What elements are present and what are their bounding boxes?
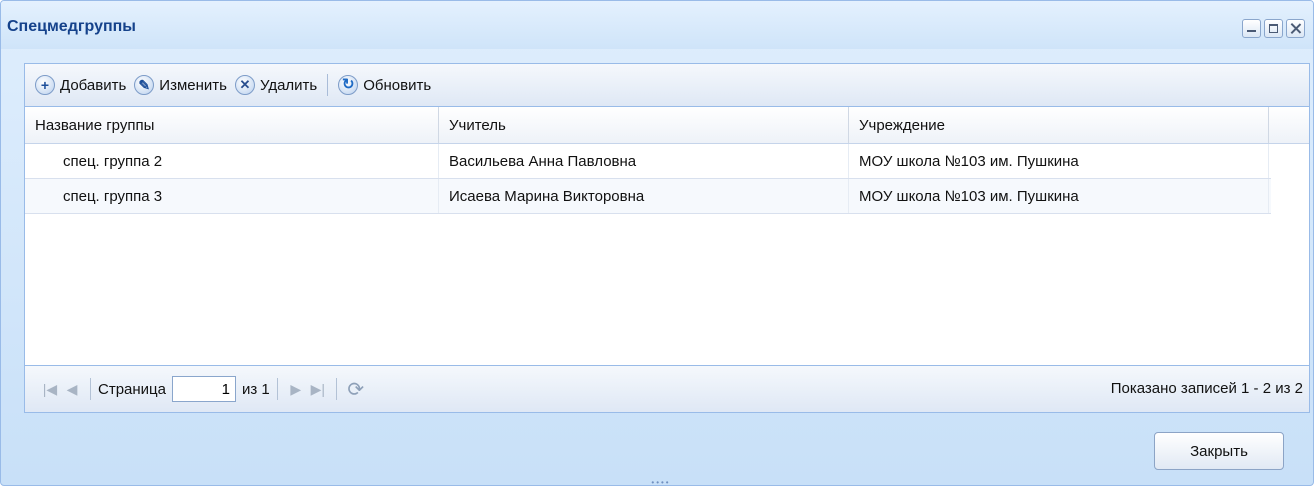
delete-button[interactable]: ✕ Удалить xyxy=(234,75,318,95)
column-header-teacher[interactable]: Учитель xyxy=(439,107,849,143)
toolbar: + Добавить ✎ Изменить ✕ Удалить ↻ Обнови… xyxy=(25,64,1309,107)
page-label: Страница xyxy=(98,380,166,398)
add-button[interactable]: + Добавить xyxy=(35,75,126,95)
cell-institution: МОУ школа №103 им. Пушкина xyxy=(849,144,1269,178)
window-title: Спецмедгруппы xyxy=(7,18,136,35)
x-circle-icon: ✕ xyxy=(234,75,255,95)
refresh-button[interactable]: ↻ Обновить xyxy=(338,75,431,95)
minimize-icon[interactable] xyxy=(1242,19,1261,38)
cell-group-name: спец. группа 2 xyxy=(25,144,439,178)
paging-toolbar: |◀ ◀ Страница из 1 ▶ ▶| ⟳ Показано запис… xyxy=(25,365,1309,412)
toolbar-separator xyxy=(327,74,329,96)
prev-page-icon[interactable]: ◀ xyxy=(61,381,83,398)
cell-teacher: Васильева Анна Павловна xyxy=(439,144,849,178)
edit-label: Изменить xyxy=(159,76,227,94)
pager-separator xyxy=(276,378,278,400)
pager-separator xyxy=(90,378,91,400)
table-row[interactable]: спец. группа 2 Васильева Анна Павловна М… xyxy=(25,144,1271,179)
pager-separator xyxy=(335,378,337,400)
window-tools xyxy=(1242,19,1305,38)
refresh-icon: ↻ xyxy=(338,75,359,95)
page-count-label: из 1 xyxy=(241,380,270,398)
refresh-label: Обновить xyxy=(363,76,432,94)
next-page-icon[interactable]: ▶ xyxy=(285,381,307,398)
dialog-window: •••• Спецмедгруппы + Добавить ✎ Изменить… xyxy=(0,0,1314,486)
table-header: Название группы Учитель Учреждение xyxy=(25,107,1309,144)
page-number-input[interactable] xyxy=(171,376,236,402)
close-button[interactable]: Закрыть xyxy=(1154,432,1284,470)
cell-group-name: спец. группа 3 xyxy=(25,179,439,213)
resize-handle-bottom[interactable]: •••• xyxy=(641,479,681,486)
cell-teacher: Исаева Марина Викторовна xyxy=(439,179,849,213)
column-header-group-name[interactable]: Название группы xyxy=(25,107,439,143)
title-bar[interactable]: Спецмедгруппы xyxy=(1,1,1313,49)
grid-panel: + Добавить ✎ Изменить ✕ Удалить ↻ Обнови… xyxy=(24,63,1310,413)
add-label: Добавить xyxy=(60,76,127,94)
paging-info: Показано записей 1 - 2 из 2 xyxy=(1110,380,1303,397)
pencil-icon: ✎ xyxy=(134,75,155,95)
delete-label: Удалить xyxy=(259,76,318,94)
first-page-icon[interactable]: |◀ xyxy=(39,381,61,398)
last-page-icon[interactable]: ▶| xyxy=(307,381,329,398)
reload-icon[interactable]: ⟳ xyxy=(344,377,368,402)
plus-circle-icon: + xyxy=(35,75,55,95)
table-body: спец. группа 2 Васильева Анна Павловна М… xyxy=(25,144,1309,348)
maximize-icon[interactable] xyxy=(1264,19,1283,38)
close-icon[interactable] xyxy=(1286,19,1305,38)
table-row[interactable]: спец. группа 3 Исаева Марина Викторовна … xyxy=(25,179,1271,214)
cell-institution: МОУ школа №103 им. Пушкина xyxy=(849,179,1269,213)
edit-button[interactable]: ✎ Изменить xyxy=(134,75,227,95)
column-header-institution[interactable]: Учреждение xyxy=(849,107,1269,143)
